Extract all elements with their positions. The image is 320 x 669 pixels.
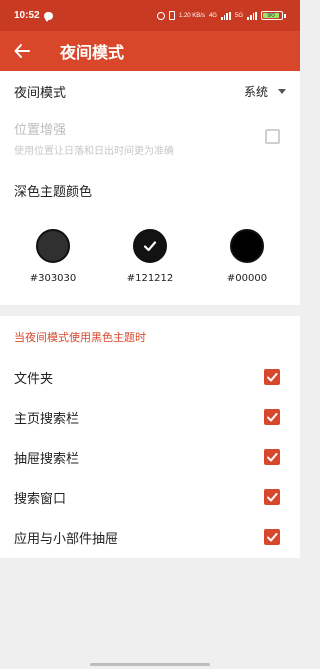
checkbox-label: 文件夹 xyxy=(14,371,54,387)
status-icons: 1.20 KB/s 4G 5G 90 xyxy=(156,11,286,20)
swatch-000000[interactable]: #00000 xyxy=(207,229,287,284)
signal-icon-2 xyxy=(247,11,257,20)
back-button[interactable] xyxy=(0,31,44,71)
location-enhance-subtitle: 使用位置让日落和日出时间更为准确 xyxy=(14,146,174,157)
night-mode-select[interactable]: 夜间模式 系统 xyxy=(14,71,286,111)
page-title: 夜间模式 xyxy=(60,43,125,62)
gesture-nav-bar[interactable] xyxy=(90,663,210,666)
dark-theme-swatches: #303030 #121212 #00000 xyxy=(0,229,300,289)
app-bar: 夜间模式 xyxy=(0,31,300,71)
night-mode-value: 系统 xyxy=(243,84,268,99)
battery-level: 90 xyxy=(263,13,280,19)
chevron-down-icon xyxy=(278,88,286,94)
status-time: 10:52 xyxy=(14,10,40,21)
swatch-circle xyxy=(230,229,264,263)
night-mode-label: 夜间模式 xyxy=(14,85,67,101)
network-speed: 1.20 KB/s xyxy=(178,12,205,19)
location-enhance-title: 位置增强 xyxy=(14,123,67,138)
checkbox-label: 搜索窗口 xyxy=(14,491,67,507)
checkbox-checked[interactable] xyxy=(264,489,280,505)
checkbox-label: 抽屉搜索栏 xyxy=(14,451,80,467)
check-icon xyxy=(267,493,278,502)
check-icon xyxy=(267,533,278,542)
checkbox-row-folders[interactable]: 文件夹 xyxy=(14,357,286,397)
checkbox-label: 主页搜索栏 xyxy=(14,411,80,427)
location-enhance-row: 位置增强 使用位置让日落和日出时间更为准确 xyxy=(14,119,286,159)
message-icon xyxy=(43,11,53,22)
checkbox-checked[interactable] xyxy=(264,529,280,545)
checkbox-checked[interactable] xyxy=(264,449,280,465)
swatch-circle xyxy=(133,229,167,263)
battery-icon: 90 xyxy=(261,11,286,20)
check-icon xyxy=(267,413,278,422)
signal-icon xyxy=(220,11,231,20)
checkbox-checked[interactable] xyxy=(264,409,280,425)
dark-theme-title: 深色主题颜色 xyxy=(14,185,93,200)
check-icon xyxy=(143,241,157,252)
arrow-left-icon xyxy=(14,44,30,58)
checkbox-row-home-search[interactable]: 主页搜索栏 xyxy=(14,397,286,437)
checkbox-row-search-window[interactable]: 搜索窗口 xyxy=(14,477,286,517)
swatch-code: #00000 xyxy=(226,273,268,284)
network-type-4g: 4G xyxy=(208,12,217,19)
status-bar: 10:52 1.20 KB/s 4G 5G 90 xyxy=(0,0,300,31)
checkbox-row-drawer-search[interactable]: 抽屉搜索栏 xyxy=(14,437,286,477)
checkbox-row-app-widget-drawer[interactable]: 应用与小部件抽屉 xyxy=(14,517,286,557)
checkbox-checked[interactable] xyxy=(264,369,280,385)
network-type-5g: 5G xyxy=(234,12,243,19)
alarm-icon xyxy=(156,11,165,20)
swatch-303030[interactable]: #303030 xyxy=(13,229,93,284)
settings-card: 夜间模式 系统 位置增强 使用位置让日落和日出时间更为准确 深色主题颜色 #30… xyxy=(0,71,300,305)
swatch-circle xyxy=(36,229,70,263)
swatch-code: #121212 xyxy=(126,273,174,284)
location-enhance-checkbox[interactable] xyxy=(265,129,280,144)
black-theme-card: 当夜间模式使用黑色主题时 文件夹 主页搜索栏 抽屉搜索栏 搜索窗口 应用与小部件… xyxy=(0,316,300,558)
vibrate-icon xyxy=(168,11,175,20)
black-theme-section-title: 当夜间模式使用黑色主题时 xyxy=(14,331,146,344)
swatch-code: #303030 xyxy=(29,273,77,284)
check-icon xyxy=(267,453,278,462)
swatch-121212[interactable]: #121212 xyxy=(110,229,190,284)
checkbox-label: 应用与小部件抽屉 xyxy=(14,531,119,547)
check-icon xyxy=(267,373,278,382)
